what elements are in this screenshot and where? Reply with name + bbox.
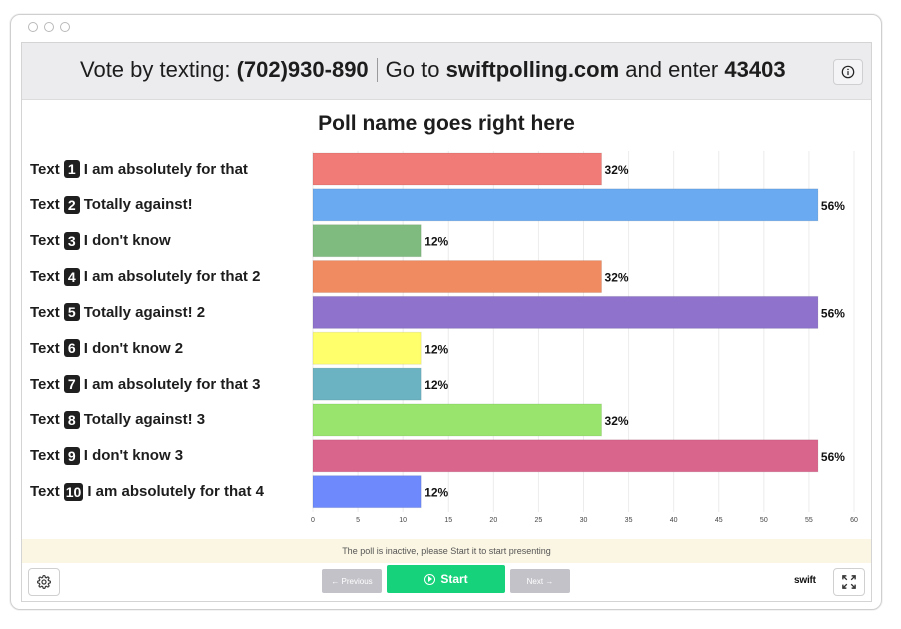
bar-value-label: 56% [821, 306, 845, 320]
control-bar: ← Previous Start Next → swift [22, 563, 871, 601]
bar [312, 475, 422, 509]
x-tick-label: 40 [670, 517, 678, 524]
bar-value-label: 12% [424, 486, 448, 500]
x-tick-label: 35 [625, 517, 633, 524]
fullscreen-button[interactable] [833, 568, 865, 596]
x-tick-label: 10 [399, 517, 407, 524]
poll-presentation: Vote by texting: (702)930-890 Go to swif… [21, 42, 872, 602]
results-chart: 0 5 10 15 20 25 30 35 40 45 50 55 60 32% 56% 12% 32% 56% 1… [311, 151, 858, 524]
swift-logo: swift [794, 575, 816, 586]
window-dot-minimize[interactable] [44, 22, 54, 32]
x-tick-label: 25 [535, 517, 543, 524]
x-tick-label: 60 [850, 517, 858, 524]
start-button[interactable]: Start [387, 565, 505, 593]
bar-value-label: 12% [424, 342, 448, 356]
bar [312, 188, 819, 222]
bar [312, 331, 422, 365]
bar-value-label: 56% [821, 199, 845, 213]
x-tick-label: 20 [489, 517, 497, 524]
window-dot-maximize[interactable] [60, 22, 70, 32]
bar [312, 260, 603, 294]
previous-button[interactable]: ← Previous [322, 569, 382, 593]
play-circle-icon [424, 573, 436, 585]
bar-value-label: 12% [424, 235, 448, 249]
bar-value-label: 32% [605, 414, 629, 428]
window-controls [28, 22, 70, 32]
bar-value-label: 12% [424, 378, 448, 392]
next-button[interactable]: Next → [510, 569, 570, 593]
start-label: Start [440, 572, 468, 586]
window-dot-close[interactable] [28, 22, 38, 32]
bar-value-label: 32% [605, 271, 629, 285]
bar [312, 295, 819, 329]
x-tick-label: 50 [760, 517, 768, 524]
x-tick-label: 0 [311, 517, 315, 524]
bar [312, 224, 422, 258]
settings-button[interactable] [28, 568, 60, 596]
expand-icon [842, 575, 856, 589]
x-tick-label: 45 [715, 517, 723, 524]
bar-value-label: 56% [821, 450, 845, 464]
status-message: The poll is inactive, please Start it to… [22, 539, 871, 563]
bar [312, 439, 819, 473]
gear-icon [37, 575, 51, 589]
x-tick-label: 30 [580, 517, 588, 524]
x-tick-label: 55 [805, 517, 813, 524]
bar [312, 403, 603, 437]
bar [312, 367, 422, 401]
x-tick-label: 5 [356, 517, 360, 524]
bar [312, 152, 603, 186]
x-tick-label: 15 [444, 517, 452, 524]
bar-value-label: 32% [605, 163, 629, 177]
